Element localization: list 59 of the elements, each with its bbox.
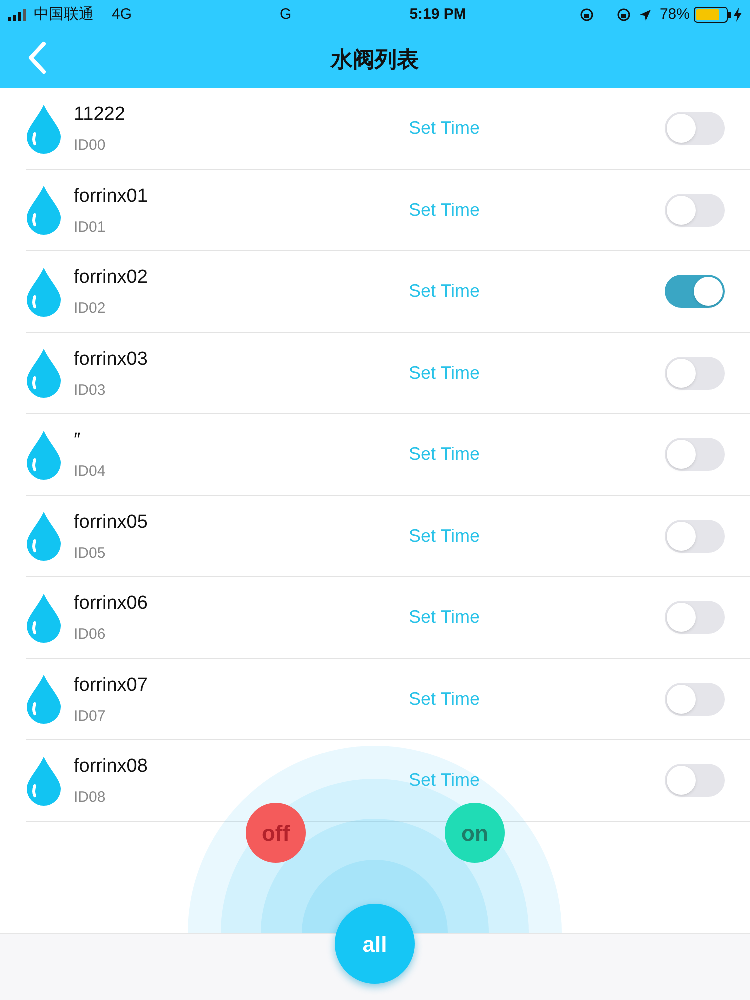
set-time-link[interactable]: Set Time xyxy=(409,115,480,142)
valve-id: ID04 xyxy=(74,463,107,482)
set-time-link[interactable]: Set Time xyxy=(409,522,480,550)
valve-id: ID02 xyxy=(74,300,107,318)
toggle-switch[interactable] xyxy=(665,356,725,390)
all-off-button[interactable]: off xyxy=(246,803,306,863)
water-drop-icon xyxy=(26,104,62,154)
toggle-switch[interactable] xyxy=(665,601,725,634)
toggle-switch[interactable] xyxy=(665,520,725,553)
toggle-switch[interactable] xyxy=(665,438,725,472)
all-on-button[interactable]: on xyxy=(445,803,505,863)
valve-name: 11222 xyxy=(74,103,126,128)
valve-id: ID08 xyxy=(74,789,107,808)
network-text: 4G xyxy=(112,4,132,25)
battery-icon xyxy=(694,7,732,23)
valve-name: forrinx05 xyxy=(74,510,149,535)
water-drop-icon xyxy=(26,348,62,398)
valve-id: ID07 xyxy=(74,708,107,726)
rotation-lock-icon xyxy=(616,8,631,22)
set-time-link[interactable]: Set Time xyxy=(409,196,480,224)
set-time-link[interactable]: Set Time xyxy=(409,686,480,713)
valve-id: ID01 xyxy=(74,218,107,237)
time-text: 5:19 PM xyxy=(410,4,466,25)
valve-name: forrinx06 xyxy=(74,592,149,616)
set-time-link[interactable]: Set Time xyxy=(409,767,480,794)
set-time-link[interactable]: Set Time xyxy=(409,360,480,387)
network-text: G xyxy=(280,4,292,25)
all-button[interactable]: all xyxy=(335,904,415,984)
set-time-link[interactable]: Set Time xyxy=(409,441,480,468)
valve-id: ID05 xyxy=(74,544,107,563)
carrier-text: 中国联通 xyxy=(34,4,94,25)
valve-name: forrinx02 xyxy=(74,266,149,290)
charging-bolt-icon xyxy=(734,8,742,22)
battery-percent: 78% xyxy=(660,4,690,25)
water-drop-icon xyxy=(26,185,62,236)
valve-name: forrinx03 xyxy=(74,348,149,372)
set-time-link[interactable]: Set Time xyxy=(409,278,480,306)
valve-id: ID00 xyxy=(74,137,107,156)
toggle-switch[interactable] xyxy=(665,194,725,227)
page-title: 水阀列表 xyxy=(331,46,419,74)
water-drop-icon xyxy=(26,266,62,317)
water-drop-icon xyxy=(26,511,62,562)
valve-id: ID06 xyxy=(74,626,107,644)
valve-name: forrinx07 xyxy=(74,674,149,698)
water-drop-icon xyxy=(26,592,62,643)
valve-id: ID03 xyxy=(74,382,107,400)
water-drop-icon xyxy=(26,756,62,806)
water-drop-icon xyxy=(26,430,62,480)
toggle-switch[interactable] xyxy=(665,764,725,798)
location-arrow-icon xyxy=(638,8,652,22)
rotation-lock-icon xyxy=(580,8,594,22)
valve-name: forrinx08 xyxy=(74,755,149,780)
valve-name: ″ xyxy=(74,429,82,454)
set-time-link[interactable]: Set Time xyxy=(409,604,480,632)
valve-name: forrinx01 xyxy=(74,184,149,209)
toggle-switch[interactable] xyxy=(665,682,725,716)
toggle-switch[interactable] xyxy=(665,275,725,308)
water-drop-icon xyxy=(26,674,62,724)
toggle-switch[interactable] xyxy=(665,112,725,146)
